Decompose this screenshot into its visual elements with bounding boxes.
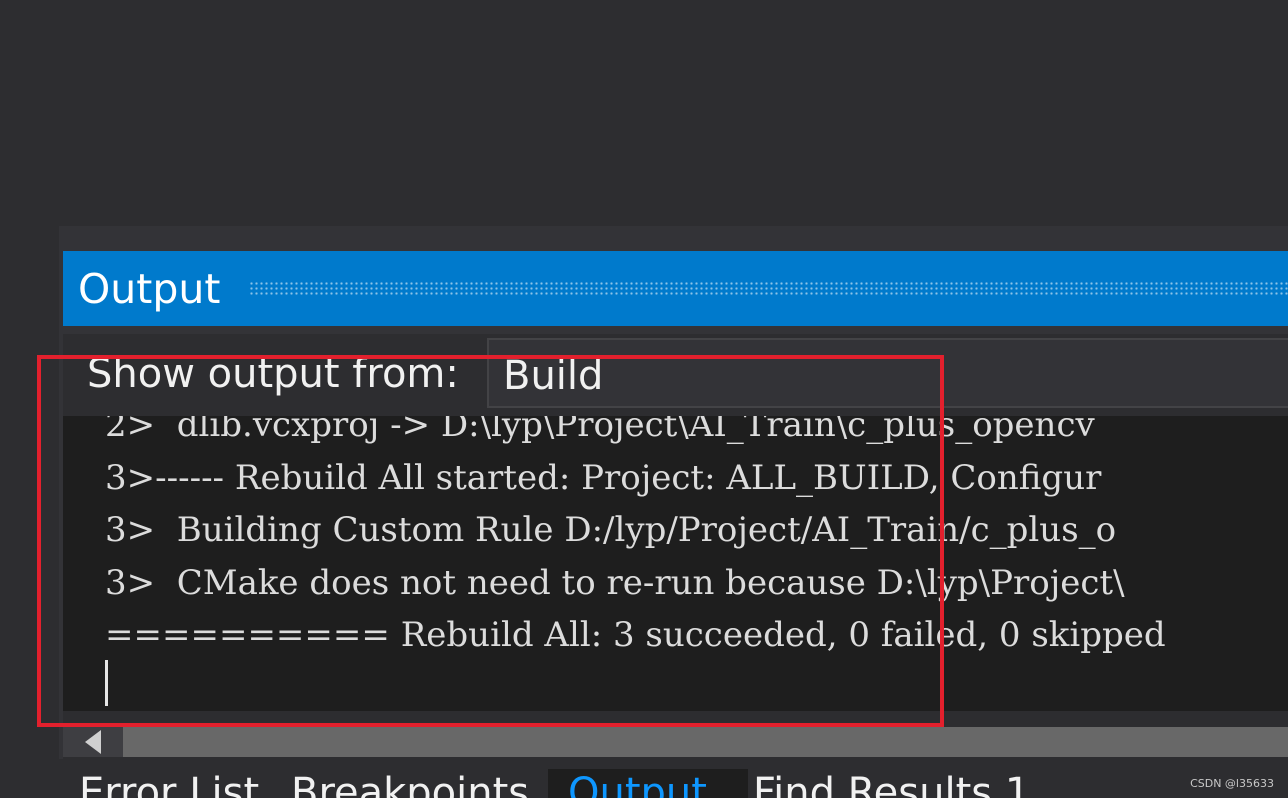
output-title-bar[interactable]: Output [63,251,1288,326]
output-source-value: Build [503,353,604,399]
output-line: ========== Rebuild All: 3 succeeded, 0 f… [105,615,1166,655]
chevron-left-icon [85,730,101,754]
output-lines: 2> dlib.vcxproj -> D:\lyp\Project\AI_Tra… [105,416,1166,662]
output-line: 3> Building Custom Rule D:/lyp/Project/A… [105,510,1117,550]
show-output-label: Show output from: [87,351,459,397]
tab-find-results-1[interactable]: Find Results 1 [753,769,1030,798]
output-toolbar: Show output from: Build [63,334,1288,416]
scroll-left-button[interactable] [63,727,123,757]
tab-output[interactable]: Output [548,769,748,798]
watermark: CSDN @l35633 [1190,777,1274,790]
text-caret [105,660,108,706]
output-title: Output [78,265,221,313]
output-source-dropdown[interactable]: Build [487,338,1288,408]
tab-breakpoints[interactable]: Breakpoints [291,769,529,798]
scrollbar-thumb[interactable] [123,727,1288,757]
output-line: 2> dlib.vcxproj -> D:\lyp\Project\AI_Tra… [105,416,1095,445]
output-line: 3>------ Rebuild All started: Project: A… [105,457,1102,498]
bottom-tab-bar: Error List Breakpoints Output Find Resul… [59,759,1288,798]
output-text-area[interactable]: 2> dlib.vcxproj -> D:\lyp\Project\AI_Tra… [63,416,1288,711]
horizontal-scrollbar[interactable] [63,711,1288,759]
tab-error-list[interactable]: Error List [79,769,259,798]
title-bar-grip[interactable] [249,281,1288,297]
output-line: 3> CMake does not need to re-run because… [105,562,1125,603]
